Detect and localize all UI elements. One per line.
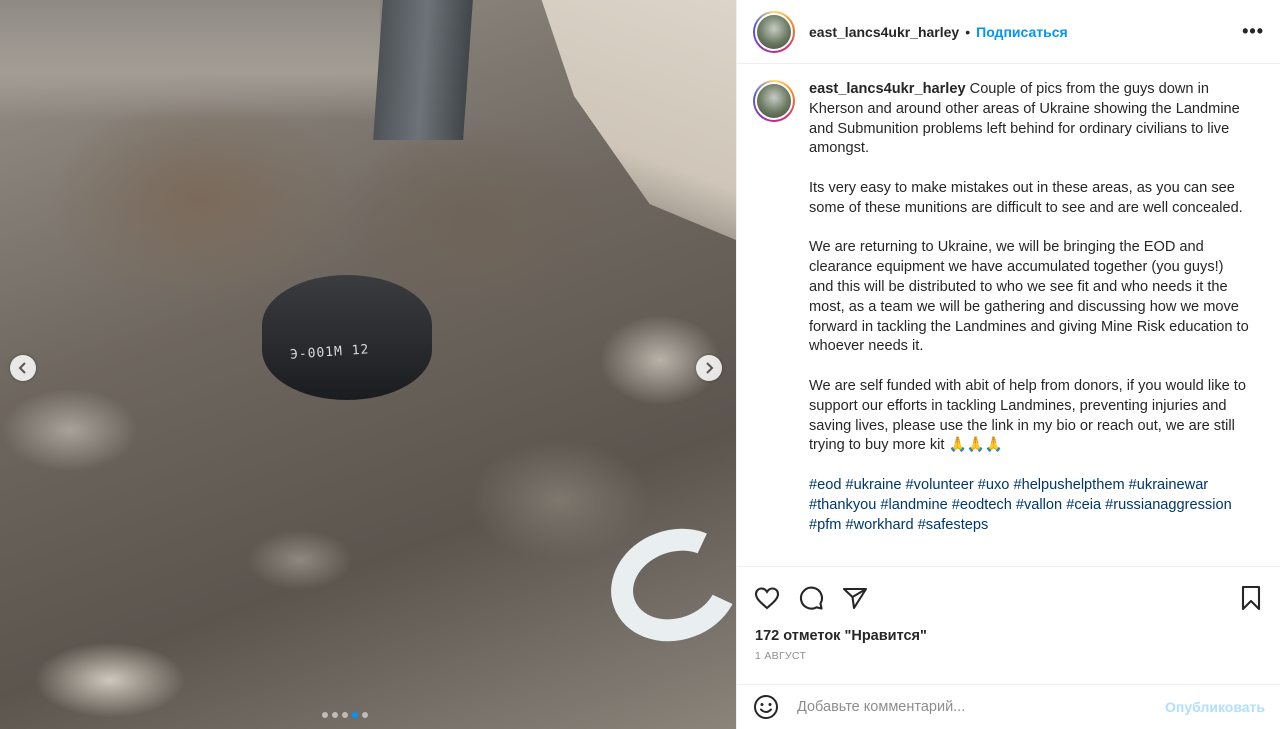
heart-icon	[754, 586, 780, 609]
comment-button[interactable]	[797, 584, 825, 612]
post-header: east_lancs4ukr_harley • Подписаться •••	[737, 0, 1280, 64]
image-concrete-region	[541, 0, 736, 240]
avatar-image	[755, 12, 793, 51]
image-metal-post	[373, 0, 473, 140]
header-username[interactable]: east_lancs4ukr_harley	[809, 24, 959, 40]
publish-button[interactable]: Опубликовать	[1165, 699, 1265, 715]
carousel-dot	[322, 712, 328, 718]
carousel-dot	[362, 712, 368, 718]
post-side-panel: east_lancs4ukr_harley • Подписаться ••• …	[736, 0, 1280, 729]
caption-username[interactable]: east_lancs4ukr_harley	[809, 81, 966, 97]
image-white-ring	[595, 511, 736, 659]
caption-section: east_lancs4ukr_harley Couple of pics fro…	[737, 64, 1280, 567]
caption-paragraph-1: east_lancs4ukr_harley Couple of pics fro…	[809, 80, 1251, 159]
carousel-prev-button[interactable]	[10, 355, 36, 381]
bookmark-icon	[1241, 585, 1261, 610]
share-button[interactable]	[841, 584, 869, 612]
avatar[interactable]	[753, 10, 795, 53]
image-wall-region	[0, 0, 380, 120]
caption-avatar[interactable]	[753, 80, 795, 122]
carousel-dot	[352, 712, 358, 718]
more-options-icon[interactable]: •••	[1242, 21, 1264, 42]
avatar-image	[755, 82, 793, 120]
carousel-dot	[342, 712, 348, 718]
action-bar	[737, 566, 1280, 628]
emoji-button[interactable]	[753, 694, 779, 720]
caption-paragraph-2: Its very easy to make mistakes out in th…	[809, 179, 1243, 216]
like-button[interactable]	[753, 584, 781, 612]
post-date[interactable]: 1 АВГУСТ	[755, 650, 806, 662]
caption-hashtags[interactable]: #eod #ukraine #volunteer #uxo #helpushel…	[809, 476, 1251, 535]
image-landmine	[262, 275, 432, 400]
follow-button[interactable]: Подписаться	[976, 24, 1068, 40]
save-button[interactable]	[1237, 584, 1265, 612]
caption-text: east_lancs4ukr_harley Couple of pics fro…	[809, 80, 1251, 567]
post-image[interactable]: Э-001М 12	[0, 0, 736, 729]
comment-icon	[799, 586, 824, 610]
comment-box: Опубликовать	[737, 684, 1280, 729]
header-separator: •	[965, 23, 971, 40]
paper-plane-icon	[842, 587, 868, 609]
chevron-right-icon	[706, 362, 714, 374]
smiley-icon	[754, 695, 778, 719]
likes-count[interactable]: 172 отметок "Нравится"	[755, 628, 927, 644]
comment-input[interactable]	[797, 699, 1157, 715]
carousel-dots	[322, 712, 368, 718]
caption-paragraph-3: We are returning to Ukraine, we will be …	[809, 239, 1249, 355]
chevron-left-icon	[18, 362, 26, 374]
caption-paragraph-4: We are self funded with abit of help fro…	[809, 377, 1246, 454]
carousel-next-button[interactable]	[696, 355, 722, 381]
carousel-dot	[332, 712, 338, 718]
